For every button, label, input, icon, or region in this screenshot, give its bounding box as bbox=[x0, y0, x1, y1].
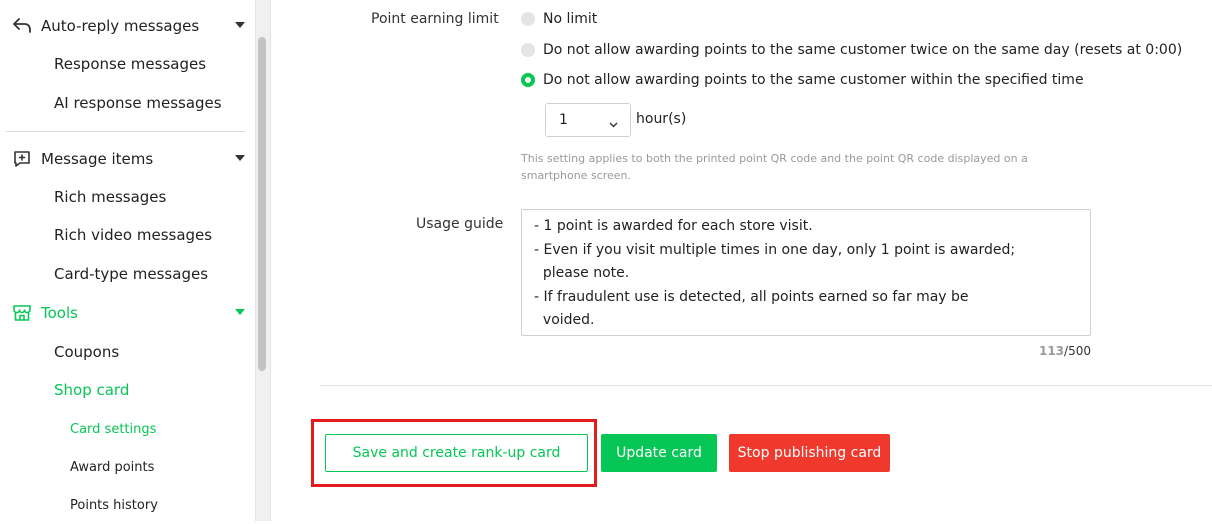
hours-select[interactable]: 1 bbox=[545, 103, 631, 137]
sidebar-item-label: Tools bbox=[41, 304, 78, 322]
radio-option-no-limit[interactable]: No limit bbox=[521, 11, 597, 27]
sidebar-item-label: Award points bbox=[70, 459, 155, 475]
radio-button[interactable] bbox=[521, 12, 535, 26]
sidebar-divider bbox=[6, 131, 245, 132]
sidebar-item-auto-reply[interactable]: Auto-reply messages bbox=[0, 7, 257, 45]
radio-label: Do not allow awarding points to the same… bbox=[543, 72, 1084, 88]
sidebar-item-tools[interactable]: Tools bbox=[0, 294, 257, 332]
sidebar-item-label: Rich video messages bbox=[54, 226, 213, 244]
sidebar-item-label: Points history bbox=[70, 497, 158, 513]
radio-label: No limit bbox=[543, 11, 598, 27]
radio-option-specified-time[interactable]: Do not allow awarding points to the same… bbox=[521, 72, 1084, 88]
sidebar-item-label: Card settings bbox=[70, 421, 157, 437]
sidebar-scrollbar-thumb[interactable] bbox=[258, 37, 266, 371]
usage-guide-textarea[interactable]: - 1 point is awarded for each store visi… bbox=[521, 209, 1091, 336]
chevron-down-icon bbox=[609, 116, 618, 132]
sidebar-item-label: Rich messages bbox=[54, 188, 167, 206]
sidebar-item-label: Message items bbox=[41, 150, 154, 168]
caret-down-icon bbox=[235, 309, 245, 315]
unpublish-card-button[interactable]: Stop publishing card bbox=[729, 434, 890, 472]
character-max: /500 bbox=[1064, 344, 1091, 358]
sidebar-item-label: Card-type messages bbox=[54, 265, 209, 283]
usage-guide-label: Usage guide bbox=[416, 216, 504, 232]
radio-button[interactable] bbox=[521, 43, 535, 57]
sidebar-item-label: Shop card bbox=[54, 381, 130, 399]
radio-button-checked[interactable] bbox=[521, 73, 535, 87]
shop-icon bbox=[12, 303, 32, 323]
point-limit-label: Point earning limit bbox=[371, 11, 499, 27]
guide-line: please note. bbox=[534, 265, 630, 281]
caret-down-icon bbox=[235, 155, 245, 161]
caret-down-icon bbox=[235, 22, 245, 28]
guide-line: - Even if you visit multiple times in on… bbox=[534, 241, 1016, 258]
guide-line: - If fraudulent use is detected, all poi… bbox=[534, 288, 969, 305]
sidebar-item-label: Auto-reply messages bbox=[41, 17, 200, 35]
sidebar-item-label: AI response messages bbox=[54, 94, 222, 112]
sidebar: Auto-reply messages Response messages AI… bbox=[0, 0, 255, 521]
update-card-button[interactable]: Update card bbox=[601, 434, 717, 472]
character-count: 113 bbox=[1038, 344, 1065, 358]
point-limit-note: This setting applies to both the printed… bbox=[521, 152, 1028, 182]
hours-select-value: 1 bbox=[559, 112, 568, 128]
radio-option-same-day[interactable]: Do not allow awarding points to the same… bbox=[521, 42, 1182, 58]
reply-arrow-icon bbox=[12, 16, 32, 36]
section-divider bbox=[320, 385, 1212, 386]
sidebar-item-label: Coupons bbox=[54, 343, 120, 361]
guide-line: - 1 point is awarded for each store visi… bbox=[534, 218, 813, 234]
sidebar-item-label: Response messages bbox=[54, 55, 207, 73]
sidebar-item-message-items[interactable]: Message items bbox=[0, 140, 257, 178]
guide-line: voided. bbox=[534, 312, 595, 328]
add-message-icon bbox=[12, 149, 32, 169]
hours-unit-label: hour(s) bbox=[636, 111, 687, 127]
save-rankup-card-button[interactable]: Save and create rank-up card bbox=[325, 434, 588, 472]
character-counter: 113/500 bbox=[1039, 344, 1091, 358]
radio-label: Do not allow awarding points to the same… bbox=[543, 42, 1183, 58]
